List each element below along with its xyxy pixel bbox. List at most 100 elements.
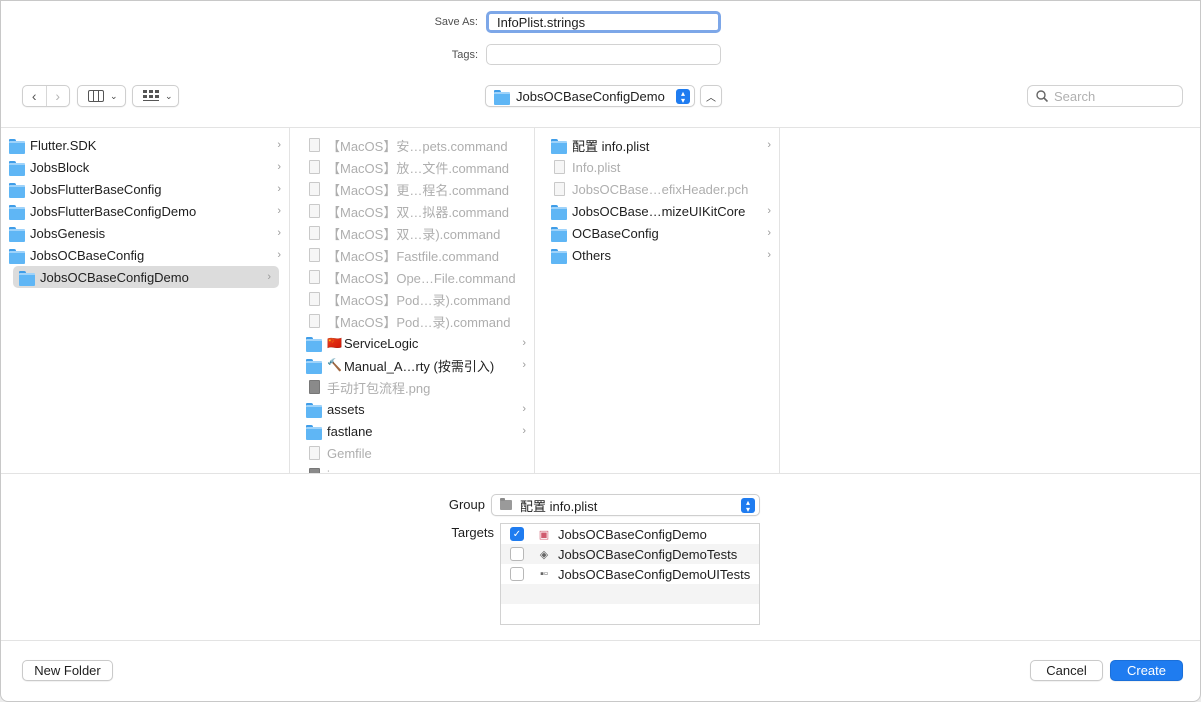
- grid-group-icon: [143, 90, 159, 101]
- browser-item[interactable]: 【MacOS】放…文件.command: [290, 156, 534, 178]
- chevron-right-icon: ›: [522, 425, 526, 437]
- browser-item[interactable]: 【MacOS】Pod…录).command: [290, 310, 534, 332]
- group-by-popup[interactable]: ⌄: [132, 85, 179, 107]
- forward-button[interactable]: ›: [47, 86, 70, 106]
- document-icon: [554, 160, 565, 174]
- column-browser: Flutter.SDK › JobsBlock › JobsFlutterBaseCon…: [1, 127, 1200, 474]
- empty-row: [501, 584, 759, 604]
- browser-item-label: JobsOCBaseConfig: [30, 247, 145, 263]
- item-emoji-icon: 🔨: [327, 358, 342, 372]
- browser-item-label: fastlane: [327, 423, 373, 439]
- group-popup[interactable]: 配置 info.plist ▴ ▾: [491, 494, 760, 516]
- browser-item[interactable]: 【MacOS】安…pets.command: [290, 134, 534, 156]
- group-folder-icon: [500, 498, 512, 510]
- chevron-right-icon: ›: [767, 249, 771, 261]
- browser-item[interactable]: 【MacOS】更…程名.command: [290, 178, 534, 200]
- browser-item[interactable]: JobsOCBase…efixHeader.pch: [535, 178, 779, 200]
- target-row: ✓ ▣ JobsOCBaseConfigDemo: [501, 524, 759, 544]
- folder-icon: [306, 358, 322, 374]
- browser-item[interactable]: JobsGenesis ›: [1, 222, 289, 244]
- item-emoji-icon: 🇨🇳: [327, 336, 342, 350]
- back-button[interactable]: ‹: [23, 86, 46, 106]
- browser-item[interactable]: icon.png: [290, 464, 534, 473]
- folder-icon: [9, 204, 25, 220]
- browser-item[interactable]: 🔨 Manual_A…rty (按需引入) ›: [290, 354, 534, 376]
- target-checkbox[interactable]: [510, 567, 524, 581]
- folder-icon: [306, 424, 322, 440]
- chevron-right-icon: ›: [767, 227, 771, 239]
- browser-item-label: Others: [572, 247, 612, 263]
- browser-item[interactable]: JobsBlock ›: [1, 156, 289, 178]
- chevron-right-icon: ›: [277, 249, 281, 261]
- location-popup[interactable]: JobsOCBaseConfigDemo ▴ ▾: [485, 85, 695, 107]
- browser-item-label: Manual_A…rty (按需引入): [343, 358, 495, 374]
- browser-item[interactable]: fastlane ›: [290, 420, 534, 442]
- browser-item[interactable]: JobsOCBaseConfig ›: [1, 244, 289, 266]
- browser-item[interactable]: JobsFlutterBaseConfig ›: [1, 178, 289, 200]
- browser-item[interactable]: JobsOCBaseConfigDemo ›: [13, 266, 279, 288]
- target-name: JobsOCBaseConfigDemoTests: [558, 546, 738, 562]
- browser-item[interactable]: 【MacOS】双…录).command: [290, 222, 534, 244]
- document-icon: [309, 138, 320, 152]
- tags-input[interactable]: [486, 44, 721, 65]
- document-icon: [309, 204, 320, 218]
- create-button[interactable]: Create: [1110, 660, 1183, 681]
- browser-item-label: 【MacOS】Pod…录).command: [327, 314, 511, 330]
- search-field[interactable]: [1027, 85, 1183, 107]
- app-icon: ▣: [538, 528, 550, 541]
- folder-icon: [494, 89, 510, 105]
- browser-item[interactable]: Gemfile: [290, 442, 534, 464]
- folder-icon: [9, 226, 25, 242]
- browser-item[interactable]: 手动打包流程.png: [290, 376, 534, 398]
- document-icon: [554, 182, 565, 196]
- browser-item[interactable]: 【MacOS】Ope…File.command: [290, 266, 534, 288]
- browser-item[interactable]: 【MacOS】双…拟器.command: [290, 200, 534, 222]
- browser-item-label: JobsOCBase…mizeUIKitCore: [572, 203, 746, 219]
- browser-item-label: Info.plist: [572, 159, 621, 175]
- chevron-right-icon: ›: [767, 139, 771, 151]
- browser-item[interactable]: 🇨🇳 ServiceLogic ›: [290, 332, 534, 354]
- group-label: Group: [448, 497, 485, 512]
- search-input[interactable]: [1054, 88, 1174, 104]
- folder-icon: [551, 138, 567, 154]
- browser-item-label: 【MacOS】双…拟器.command: [327, 204, 510, 220]
- folder-icon: [9, 248, 25, 264]
- browser-item-label: JobsOCBaseConfigDemo: [40, 269, 189, 285]
- popup-stepper-icon: ▴ ▾: [741, 498, 755, 514]
- browser-item-label: 手动打包流程.png: [327, 380, 431, 396]
- target-checkbox[interactable]: ✓: [510, 527, 524, 541]
- cancel-button[interactable]: Cancel: [1030, 660, 1103, 681]
- browser-item-label: Flutter.SDK: [30, 137, 97, 153]
- browser-item-label: 【MacOS】Pod…录).command: [327, 292, 511, 308]
- save-as-input[interactable]: [486, 11, 721, 33]
- browser-item[interactable]: 【MacOS】Pod…录).command: [290, 288, 534, 310]
- back-forward-control: ‹ ›: [22, 85, 70, 107]
- targets-list: ✓ ▣ JobsOCBaseConfigDemo ◈ JobsOCBaseConfigD…: [500, 523, 760, 625]
- target-checkbox[interactable]: [510, 547, 524, 561]
- browser-item-label: 【MacOS】双…录).command: [327, 226, 501, 242]
- expand-collapse-button[interactable]: ︿: [700, 85, 722, 107]
- group-value: 配置 info.plist: [520, 498, 598, 514]
- browser-item[interactable]: assets ›: [290, 398, 534, 420]
- browser-item[interactable]: JobsOCBase…mizeUIKitCore ›: [535, 200, 779, 222]
- ui-test-bundle-icon: ▪▫: [540, 568, 548, 580]
- chevron-right-icon: ›: [277, 205, 281, 217]
- folder-icon: [9, 138, 25, 154]
- chevron-left-icon: ‹: [31, 88, 37, 104]
- browser-item[interactable]: JobsFlutterBaseConfigDemo ›: [1, 200, 289, 222]
- browser-item[interactable]: Flutter.SDK ›: [1, 134, 289, 156]
- browser-item-label: OCBaseConfig: [572, 225, 659, 241]
- browser-item-label: assets: [327, 401, 365, 417]
- browser-item[interactable]: Info.plist: [535, 156, 779, 178]
- view-mode-popup[interactable]: ⌄: [77, 85, 126, 107]
- browser-item[interactable]: OCBaseConfig ›: [535, 222, 779, 244]
- browser-item[interactable]: Others ›: [535, 244, 779, 266]
- browser-item[interactable]: 【MacOS】Fastfile.command: [290, 244, 534, 266]
- chevron-right-icon: ›: [55, 88, 61, 104]
- new-folder-button[interactable]: New Folder: [22, 660, 113, 681]
- folder-icon: [9, 160, 25, 176]
- chevron-right-icon: ›: [522, 337, 526, 349]
- browser-item[interactable]: 配置 info.plist ›: [535, 134, 779, 156]
- chevron-right-icon: ›: [522, 359, 526, 371]
- browser-item-label: JobsBlock: [30, 159, 90, 175]
